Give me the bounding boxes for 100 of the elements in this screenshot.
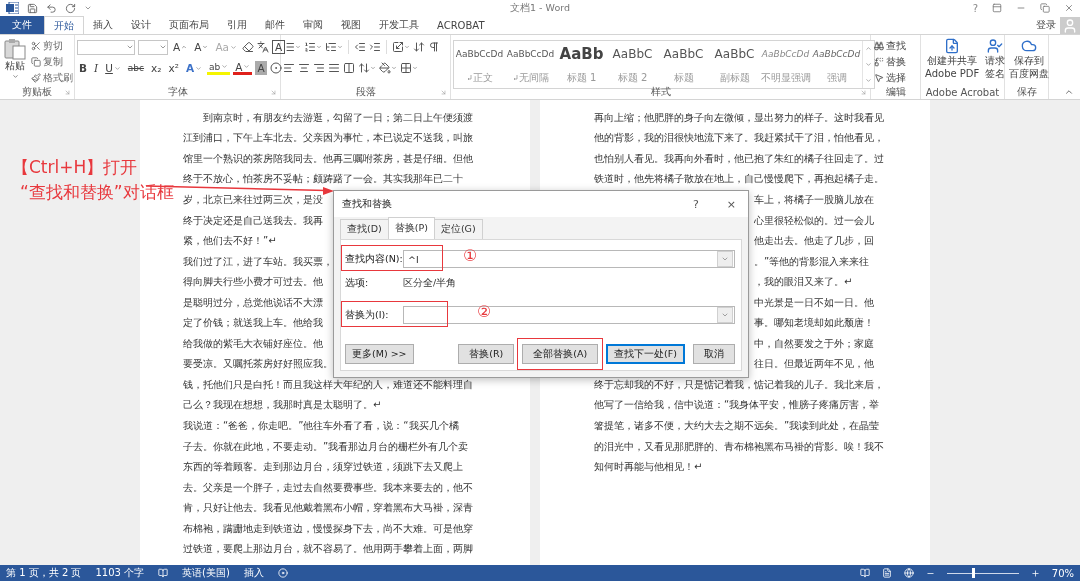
save-to-cloud-button[interactable]: 保存到 百度网盘: [1007, 38, 1051, 85]
collapse-ribbon-button[interactable]: [1064, 87, 1074, 97]
italic-button[interactable]: I: [92, 60, 101, 76]
save-icon[interactable]: [27, 2, 38, 14]
dialog-tab[interactable]: 查找(D): [340, 219, 389, 239]
help-button[interactable]: ?: [972, 2, 978, 14]
underline-button[interactable]: U: [103, 60, 123, 76]
callout-text: “查找和替换”对话框: [20, 181, 174, 204]
dialog-button[interactable]: 更多(M) >>: [345, 344, 414, 364]
zoom-thumb[interactable]: [971, 567, 975, 578]
borders-button[interactable]: [400, 60, 418, 76]
caret-icon: [721, 255, 729, 263]
customize-caret-icon[interactable]: [84, 4, 92, 12]
ribbon-tab[interactable]: 页面布局: [160, 16, 218, 34]
text-line: 的泪光中，又看见那肥胖的、青布棉袍黑布马褂的背影。唉！我不: [594, 440, 884, 452]
caret-icon: [159, 43, 167, 51]
dialog-button[interactable]: 取消: [693, 344, 735, 364]
create-pdf-button[interactable]: 创建并共享 Adobe PDF: [923, 38, 982, 85]
page-count: 第 1 页，共 2 页: [6, 566, 82, 580]
shrink-font-button[interactable]: A: [192, 39, 211, 55]
request-signature-button[interactable]: 请求 签名: [983, 38, 1008, 85]
text-line: 过铁道，要爬上那边月台，就不容易了。他用两手攀着上面，两脚: [183, 543, 473, 555]
eraser-icon: [242, 41, 254, 53]
ribbon-tab[interactable]: 引用: [218, 16, 256, 34]
ribbon-tab[interactable]: 开始: [44, 16, 84, 34]
print-layout-icon[interactable]: [881, 568, 892, 578]
caret-icon: [391, 65, 397, 71]
dialog-button[interactable]: 查找下一处(F): [606, 344, 685, 364]
language-label[interactable]: 英语(美国): [182, 566, 230, 580]
shading-button[interactable]: [379, 60, 397, 76]
justify-icon: [328, 62, 340, 74]
text-line: 事。哪知老境却如此颓唐！: [754, 317, 874, 329]
web-layout-icon[interactable]: [903, 568, 914, 578]
eraser-icon[interactable]: [242, 39, 254, 55]
close-icon[interactable]: [1064, 3, 1074, 13]
close-button[interactable]: ×: [726, 197, 736, 211]
languages-icon[interactable]: [257, 39, 269, 55]
ribbon-options-icon[interactable]: [992, 3, 1002, 13]
replace-button[interactable]: 替换: [873, 54, 907, 69]
text-line: 东西的等着顾客。走到那边月台，须穿过铁道，须跳下去又爬上: [183, 461, 463, 473]
ribbon-tab[interactable]: 视图: [332, 16, 370, 34]
caret-icon: [11, 72, 19, 80]
group-label: Adobe Acrobat: [925, 86, 1000, 98]
select-button[interactable]: 选择: [873, 70, 907, 85]
ribbon-tab[interactable]: 插入: [84, 16, 122, 34]
button-label: 保存到: [1014, 55, 1044, 67]
paste-button[interactable]: 粘贴: [2, 38, 28, 85]
cut-button[interactable]: 剪切: [30, 38, 74, 53]
help-button[interactable]: ?: [692, 197, 699, 211]
grow-font-button[interactable]: A: [171, 39, 190, 55]
caret-icon: [221, 63, 229, 70]
bold-button[interactable]: B: [77, 60, 89, 76]
dialog-tab[interactable]: 定位(G): [433, 219, 483, 239]
ribbon-tab[interactable]: 邮件: [256, 16, 294, 34]
line-spacing-button[interactable]: [358, 60, 376, 76]
sign-in-link[interactable]: 登录: [1036, 18, 1056, 32]
dialog-tab[interactable]: 替换(P): [387, 217, 435, 239]
character-shading-button[interactable]: A: [255, 61, 267, 75]
dialog-button[interactable]: 全部替换(A): [522, 344, 599, 364]
strikethrough-button[interactable]: abc: [125, 60, 147, 76]
text-effect-button[interactable]: A: [183, 60, 205, 76]
caret-icon: [202, 44, 209, 50]
copy-button[interactable]: 复制: [30, 54, 74, 69]
find-button[interactable]: 查找: [873, 38, 907, 53]
ribbon-tab[interactable]: 设计: [122, 16, 160, 34]
redo-icon[interactable]: [65, 2, 76, 14]
numbering-button[interactable]: [304, 39, 322, 55]
character-border-button[interactable]: A: [272, 40, 286, 54]
zoom-in-icon[interactable]: [1030, 568, 1040, 578]
sort-button[interactable]: [413, 39, 425, 55]
proofing-icon[interactable]: [158, 568, 169, 578]
ribbon-tab[interactable]: ACROBAT: [428, 16, 494, 34]
font-name-field[interactable]: [77, 39, 135, 55]
superscript-button[interactable]: x²: [166, 60, 181, 76]
read-mode-icon[interactable]: [859, 568, 870, 578]
font-size-field[interactable]: [138, 39, 168, 55]
text-line: 我说道：“爸爸，你走吧。”他往车外看了看，说：“我买几个橘: [183, 419, 459, 431]
macro-record-icon[interactable]: [277, 568, 288, 578]
undo-icon[interactable]: [46, 2, 57, 14]
font-color-button[interactable]: A: [233, 61, 253, 75]
text-line: ，我的眼泪又来了。↵: [754, 276, 853, 288]
subscript-button[interactable]: x₂: [149, 60, 164, 76]
select-icon: [874, 72, 884, 83]
insert-mode-label[interactable]: 插入: [243, 566, 264, 580]
button-label: 请求: [985, 55, 1006, 67]
format-painter-button[interactable]: 格式刷: [30, 70, 74, 85]
file-tab[interactable]: 文件: [0, 16, 44, 34]
restore-icon[interactable]: [1040, 3, 1050, 13]
replace-field[interactable]: [403, 306, 735, 324]
show-marks-icon: [428, 41, 440, 53]
show-marks-button[interactable]: [428, 39, 440, 55]
group-label: 段落: [355, 85, 376, 99]
ribbon-tab[interactable]: 审阅: [294, 16, 332, 34]
text-line: 他写了一信给我，信中说道：“我身体平安，惟膀子疼痛厉害，举: [594, 399, 880, 411]
ribbon-tab[interactable]: 开发工具: [370, 16, 428, 34]
dialog-button[interactable]: 替换(R): [458, 344, 515, 364]
text-line: 再向上缩；他肥胖的身子向左微倾，显出努力的样子。这时我看见: [594, 111, 884, 123]
zoom-percent[interactable]: 70%: [1051, 567, 1074, 579]
highlight-button[interactable]: ab: [207, 61, 231, 75]
chinese-layout-button[interactable]: [392, 39, 410, 55]
